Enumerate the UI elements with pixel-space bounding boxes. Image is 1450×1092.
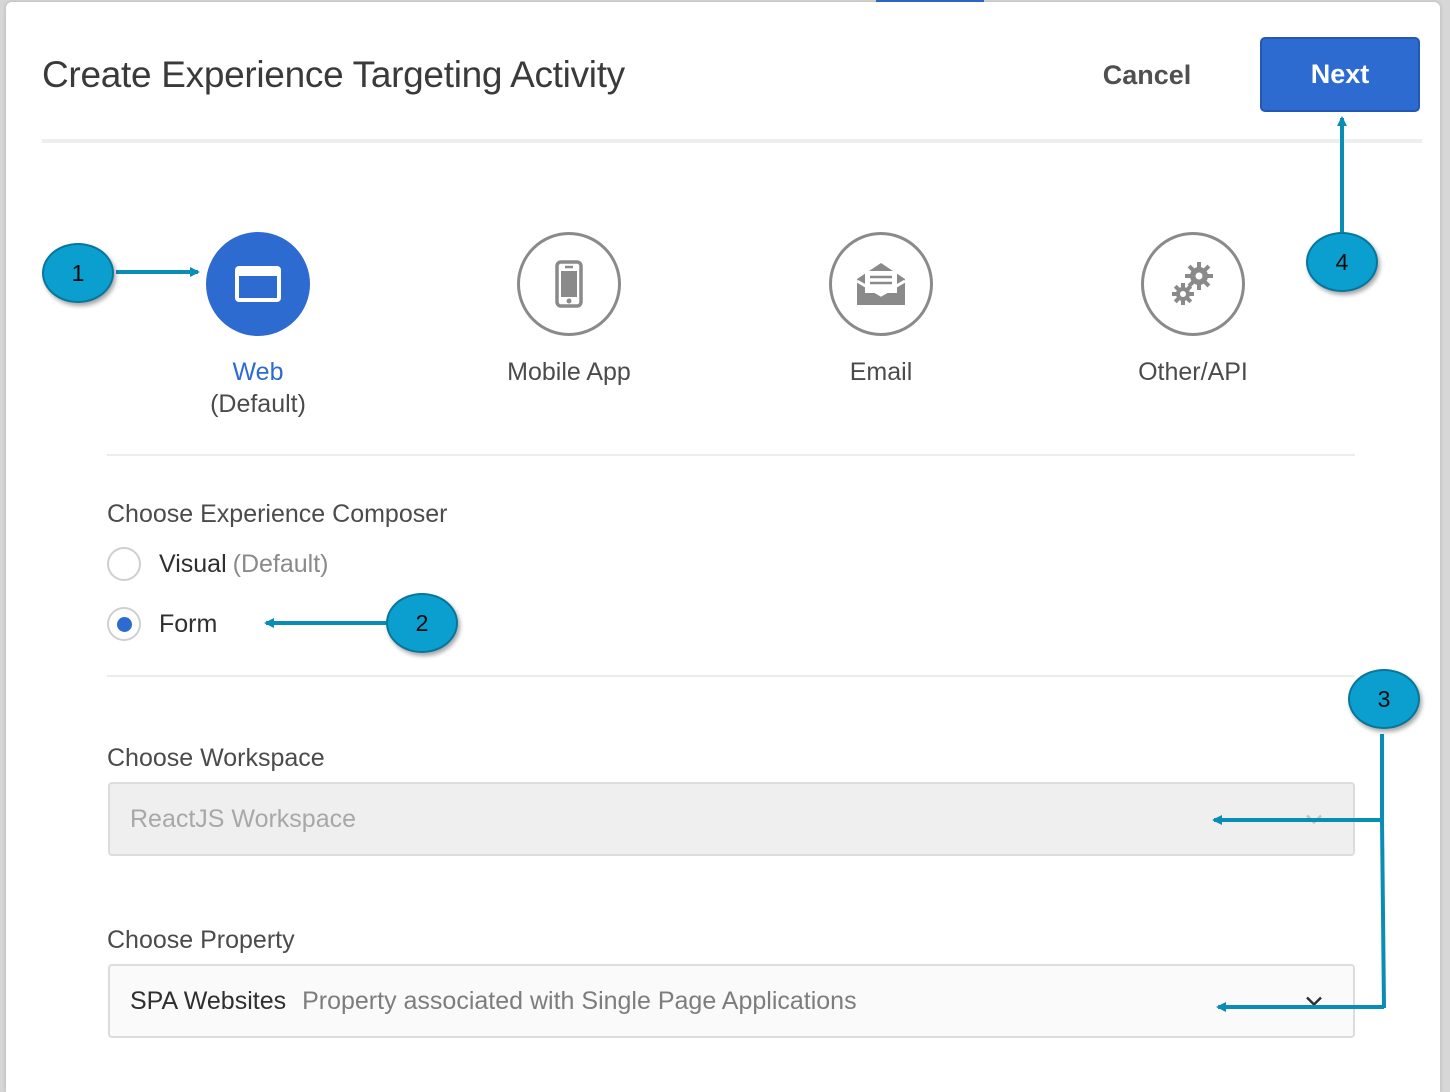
annotation-callout-2: 2 <box>386 593 458 653</box>
arrow-3-stem <box>1380 734 1386 1009</box>
annotation-arrows <box>116 116 1386 1012</box>
annotation-callout-4: 4 <box>1306 232 1378 292</box>
annotation-callout-3: 3 <box>1348 669 1420 729</box>
annotation-callout-1: 1 <box>42 243 114 303</box>
